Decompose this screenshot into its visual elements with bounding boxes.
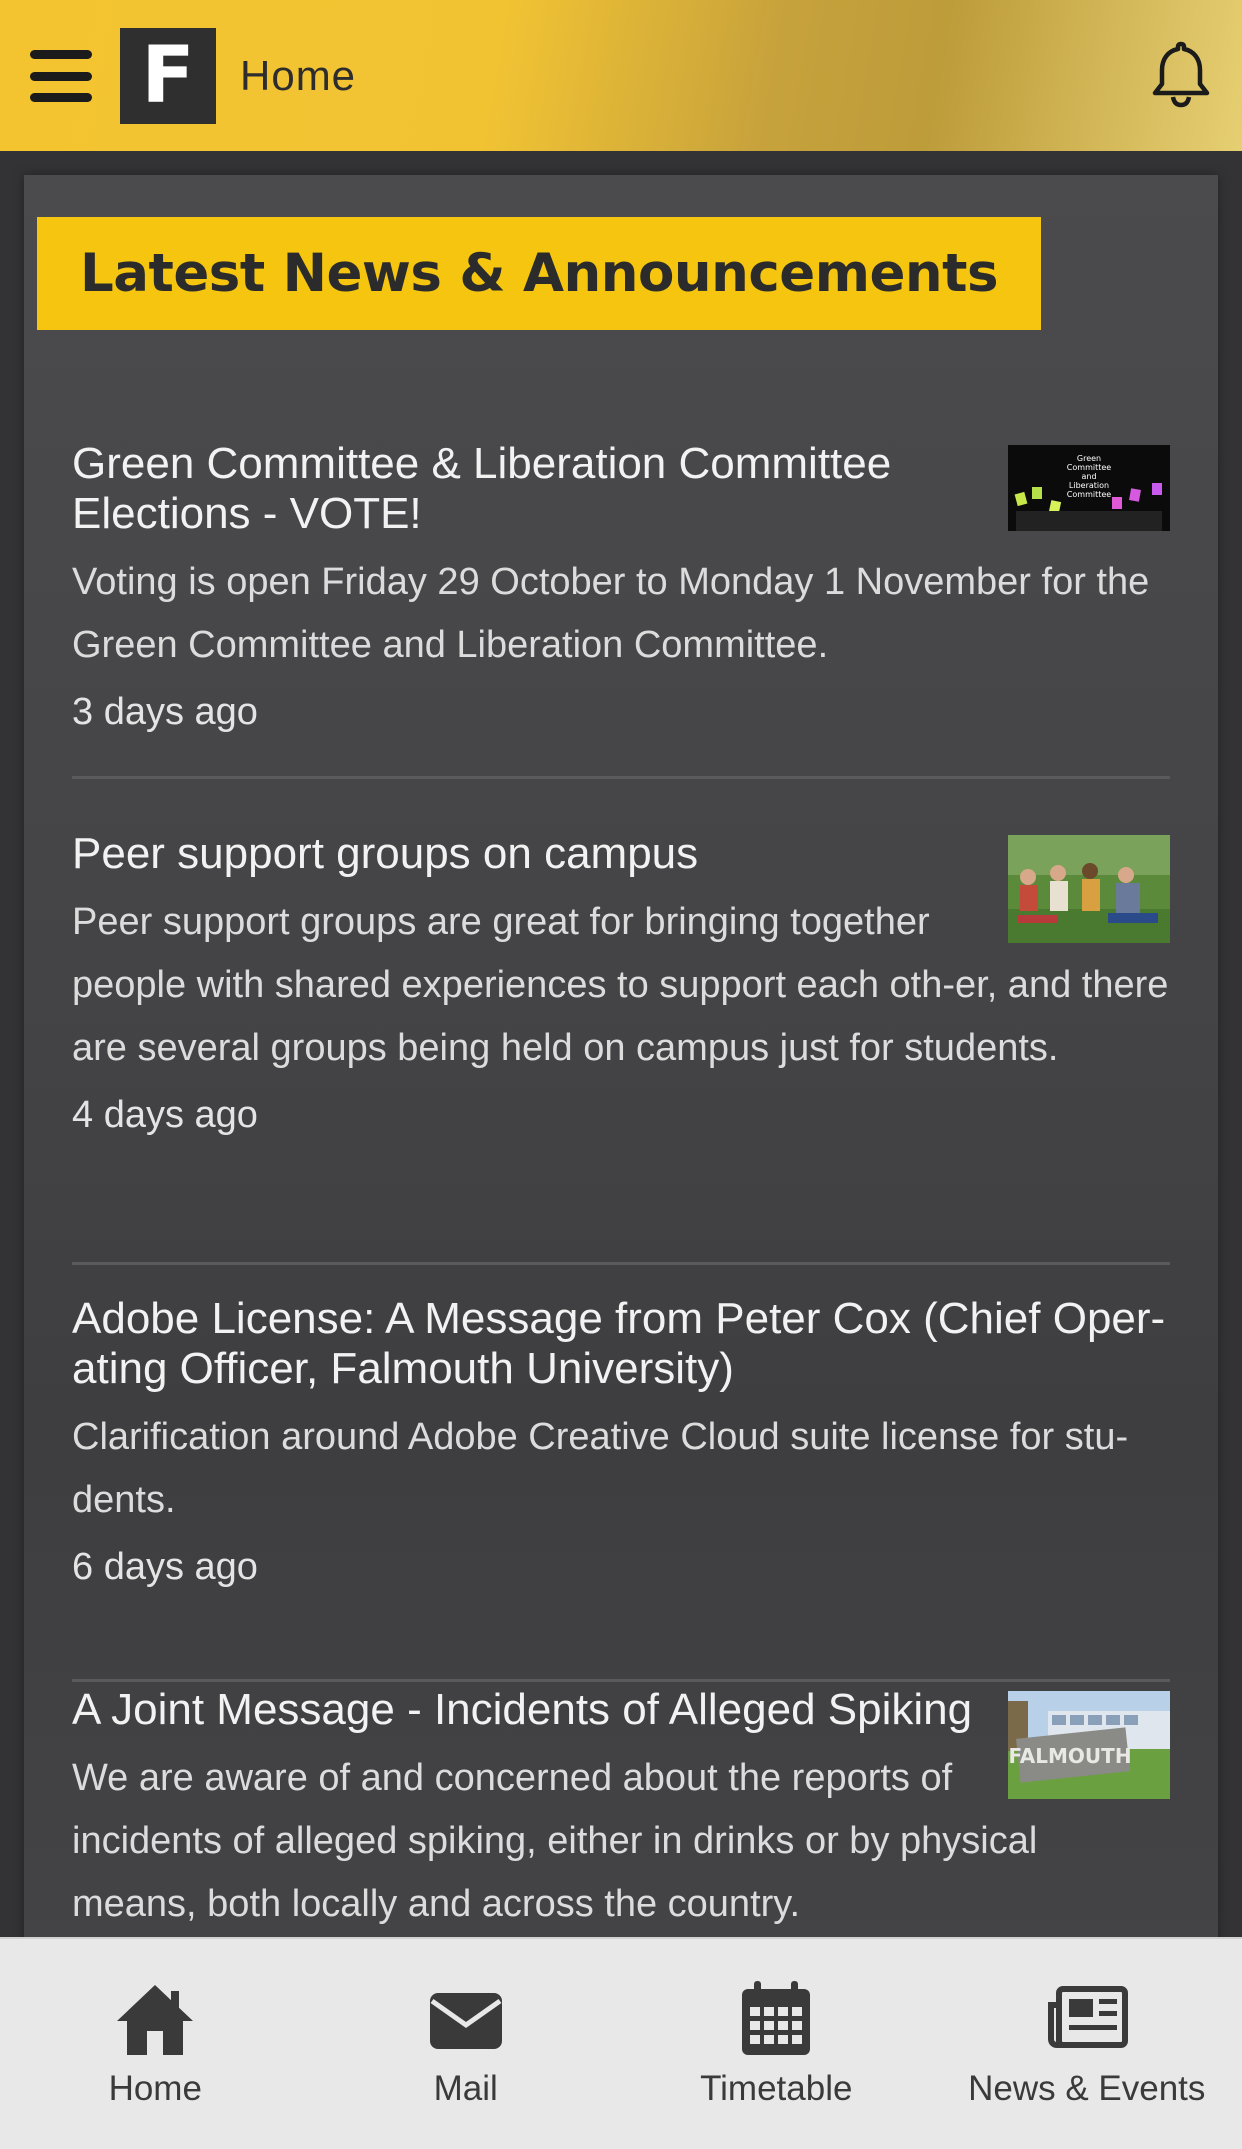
nav-home[interactable]: Home xyxy=(0,1939,311,2149)
nav-news-events-label: News & Events xyxy=(968,2069,1206,2108)
bottom-navigation: Home Mail Timetable News & Events xyxy=(0,1937,1242,2149)
svg-text:Committee: Committee xyxy=(1067,490,1111,499)
news-timestamp: 4 days ago xyxy=(72,1094,258,1136)
svg-text:Committee: Committee xyxy=(1067,463,1111,472)
news-description: We are aware of and concerned about the … xyxy=(72,1757,1038,1925)
nav-news-events[interactable]: News & Events xyxy=(932,1939,1242,2149)
svg-text:FALMOUTH: FALMOUTH xyxy=(1008,1744,1131,1768)
news-item[interactable]: Green Committee and Liberation Committee… xyxy=(72,439,1170,779)
news-thumbnail: FALMOUTH xyxy=(1008,1691,1170,1799)
news-item[interactable]: Adobe License: A Message from Peter Cox … xyxy=(72,1294,1170,1682)
bell-icon[interactable] xyxy=(1148,38,1214,108)
nav-mail[interactable]: Mail xyxy=(311,1939,622,2149)
news-title: Green Committee & Liberation Committee E… xyxy=(72,439,892,538)
news-card: Latest News & Announcements Green Commit… xyxy=(24,175,1218,1937)
news-item[interactable]: Peer support groups on campus Peer suppo… xyxy=(72,829,1170,1265)
mail-icon xyxy=(429,1993,502,2049)
menu-icon[interactable] xyxy=(30,50,92,102)
page-title: Home xyxy=(240,52,357,99)
news-thumbnail: Green Committee and Liberation Committee xyxy=(1008,445,1170,531)
news-title: Peer support groups on campus xyxy=(72,829,699,878)
svg-text:and: and xyxy=(1081,472,1096,481)
home-icon xyxy=(117,1985,194,2055)
svg-text:Green: Green xyxy=(1077,454,1101,463)
news-timestamp: 3 days ago xyxy=(72,691,258,733)
nav-timetable[interactable]: Timetable xyxy=(621,1939,932,2149)
section-banner: Latest News & Announcements xyxy=(37,217,1041,330)
nav-timetable-label: Timetable xyxy=(700,2069,853,2108)
top-app-bar: F Home xyxy=(0,0,1242,151)
news-item[interactable]: FALMOUTH A Joint Message - Incidents of … xyxy=(72,1685,1170,1937)
calendar-icon xyxy=(742,1981,811,2055)
nav-mail-label: Mail xyxy=(433,2069,498,2108)
news-timestamp: 6 days ago xyxy=(72,1546,258,1588)
svg-text:Liberation: Liberation xyxy=(1069,481,1109,490)
section-heading: Latest News & Announcements xyxy=(79,243,999,304)
news-title: Adobe License: A Message from Peter Cox … xyxy=(72,1294,1166,1393)
news-description: Peer support groups are great for bringi… xyxy=(72,901,1169,1069)
news-title: A Joint Message - Incidents of Alleged S… xyxy=(72,1685,973,1734)
news-description: Clarification around Adobe Creative Clou… xyxy=(72,1416,1129,1521)
falmouth-logo[interactable]: F xyxy=(120,28,216,124)
news-description: Voting is open Friday 29 October to Mond… xyxy=(72,561,1150,666)
nav-home-label: Home xyxy=(108,2069,202,2108)
main-content[interactable]: Latest News & Announcements Green Commit… xyxy=(0,151,1242,1937)
newspaper-icon xyxy=(1047,1986,1128,2048)
news-thumbnail xyxy=(1008,835,1170,943)
